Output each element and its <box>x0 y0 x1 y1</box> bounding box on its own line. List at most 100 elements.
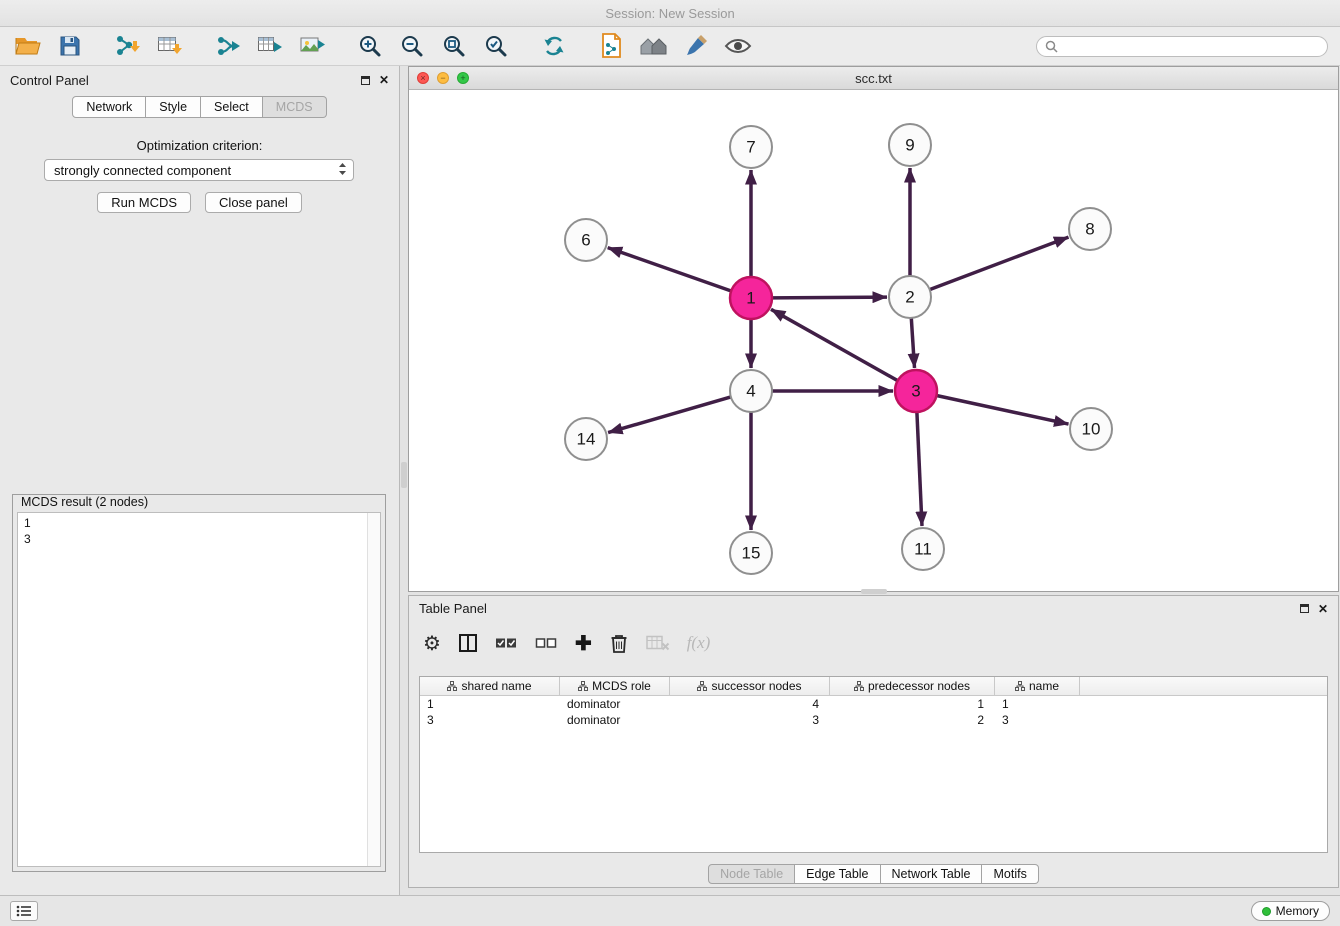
tab-style[interactable]: Style <box>146 96 201 118</box>
cell-predecessor-nodes[interactable]: 2 <box>830 712 995 728</box>
home-view-button[interactable] <box>636 30 672 62</box>
criterion-selected-value: strongly connected component <box>54 163 231 178</box>
export-table-button[interactable] <box>252 30 288 62</box>
mcds-result-area: 1 3 <box>17 512 381 867</box>
zoom-selected-button[interactable] <box>478 30 514 62</box>
export-image-button[interactable] <box>294 30 330 62</box>
style-brush-button[interactable] <box>678 30 714 62</box>
import-table-button[interactable] <box>152 30 188 62</box>
table-panel: Table Panel ✕ ⚙ <box>408 595 1339 888</box>
create-column-plus-icon[interactable]: ✚ <box>575 631 592 656</box>
node-7[interactable]: 7 <box>730 126 772 168</box>
node-14[interactable]: 14 <box>565 418 607 460</box>
node-10[interactable]: 10 <box>1070 408 1112 450</box>
cell-name[interactable]: 1 <box>995 696 1080 712</box>
column-type-icon <box>578 681 588 691</box>
edge-2-3[interactable] <box>911 318 914 368</box>
unselect-all-columns-icon[interactable] <box>535 636 558 650</box>
close-table-panel-icon[interactable]: ✕ <box>1318 604 1328 614</box>
node-9[interactable]: 9 <box>889 124 931 166</box>
node-6[interactable]: 6 <box>565 219 607 261</box>
vertical-splitter-handle[interactable] <box>401 462 407 488</box>
delete-column-trash-icon[interactable] <box>609 632 629 654</box>
cell-successor-nodes[interactable]: 4 <box>670 696 830 712</box>
open-session-button[interactable] <box>10 30 46 62</box>
column-header-shared-name[interactable]: shared name <box>420 677 560 695</box>
annotation-document-button[interactable] <box>594 30 630 62</box>
cell-mcds-role[interactable]: dominator <box>560 696 670 712</box>
tab-edge-table[interactable]: Edge Table <box>795 864 880 884</box>
table-settings-gear-icon[interactable]: ⚙ <box>423 631 441 656</box>
search-input[interactable] <box>1063 39 1319 53</box>
table-row[interactable]: 3 dominator 3 2 3 <box>420 712 1327 728</box>
node-11[interactable]: 11 <box>902 528 944 570</box>
edge-2-8[interactable] <box>930 237 1069 290</box>
tab-network[interactable]: Network <box>72 96 146 118</box>
horizontal-splitter-handle[interactable] <box>861 589 887 594</box>
task-history-button[interactable] <box>10 901 38 921</box>
chevron-up-down-icon <box>338 162 347 179</box>
export-image-icon <box>298 33 326 59</box>
node-4[interactable]: 4 <box>730 370 772 412</box>
cell-shared-name[interactable]: 1 <box>420 696 560 712</box>
cell-successor-nodes[interactable]: 3 <box>670 712 830 728</box>
node-2[interactable]: 2 <box>889 276 931 318</box>
search-box[interactable] <box>1036 36 1328 57</box>
column-header-mcds-role[interactable]: MCDS role <box>560 677 670 695</box>
show-columns-icon[interactable] <box>458 633 478 653</box>
close-panel-icon[interactable]: ✕ <box>379 75 389 85</box>
tab-select[interactable]: Select <box>201 96 263 118</box>
zoom-in-button[interactable] <box>352 30 388 62</box>
column-header-successor-nodes[interactable]: successor nodes <box>670 677 830 695</box>
control-panel-header: Control Panel ✕ <box>0 66 399 94</box>
table-row[interactable]: 1 dominator 4 1 1 <box>420 696 1327 712</box>
mcds-buttons-row: Run MCDS Close panel <box>0 192 399 213</box>
tab-motifs[interactable]: Motifs <box>982 864 1038 884</box>
column-header-name[interactable]: name <box>995 677 1080 695</box>
zoom-out-button[interactable] <box>394 30 430 62</box>
node-15[interactable]: 15 <box>730 532 772 574</box>
network-graph[interactable]: 7 9 6 8 1 2 4 3 14 10 15 11 <box>409 90 1338 591</box>
refresh-icon <box>541 33 567 59</box>
tab-network-table[interactable]: Network Table <box>881 864 983 884</box>
edge-3-11[interactable] <box>917 412 922 526</box>
node-table: shared name MCDS role successor nodes pr… <box>419 676 1328 853</box>
save-session-button[interactable] <box>52 30 88 62</box>
select-all-columns-icon[interactable] <box>495 636 518 650</box>
node-1[interactable]: 1 <box>730 277 772 319</box>
import-table-icon <box>156 33 184 59</box>
node-3[interactable]: 3 <box>895 370 937 412</box>
edge-1-2[interactable] <box>772 297 887 298</box>
window-zoom-button[interactable]: + <box>457 72 469 84</box>
cell-name[interactable]: 3 <box>995 712 1080 728</box>
edge-3-1[interactable] <box>771 309 898 380</box>
zoom-fit-button[interactable] <box>436 30 472 62</box>
memory-button[interactable]: Memory <box>1251 901 1330 921</box>
zoom-in-icon <box>357 33 383 59</box>
tab-mcds[interactable]: MCDS <box>263 96 327 118</box>
window-minimize-button[interactable]: − <box>437 72 449 84</box>
optimization-criterion-select[interactable]: strongly connected component <box>44 159 354 181</box>
run-mcds-button[interactable]: Run MCDS <box>97 192 191 213</box>
result-scrollbar[interactable] <box>367 513 380 866</box>
node-8[interactable]: 8 <box>1069 208 1111 250</box>
cell-shared-name[interactable]: 3 <box>420 712 560 728</box>
window-close-button[interactable]: × <box>417 72 429 84</box>
import-network-button[interactable] <box>110 30 146 62</box>
show-hide-button[interactable] <box>720 30 756 62</box>
float-panel-icon[interactable] <box>361 76 370 85</box>
edge-4-14[interactable] <box>608 397 731 433</box>
column-header-predecessor-nodes[interactable]: predecessor nodes <box>830 677 995 695</box>
cell-predecessor-nodes[interactable]: 1 <box>830 696 995 712</box>
node-label: 3 <box>911 382 920 401</box>
refresh-button[interactable] <box>536 30 572 62</box>
float-table-panel-icon[interactable] <box>1300 604 1309 613</box>
edge-3-10[interactable] <box>937 396 1069 425</box>
cell-mcds-role[interactable]: dominator <box>560 712 670 728</box>
close-panel-button[interactable]: Close panel <box>205 192 302 213</box>
network-canvas[interactable]: 7 9 6 8 1 2 4 3 14 10 15 11 <box>409 90 1338 591</box>
node-label: 4 <box>746 382 755 401</box>
tab-node-table[interactable]: Node Table <box>708 864 795 884</box>
export-network-button[interactable] <box>210 30 246 62</box>
edge-1-6[interactable] <box>608 248 732 291</box>
